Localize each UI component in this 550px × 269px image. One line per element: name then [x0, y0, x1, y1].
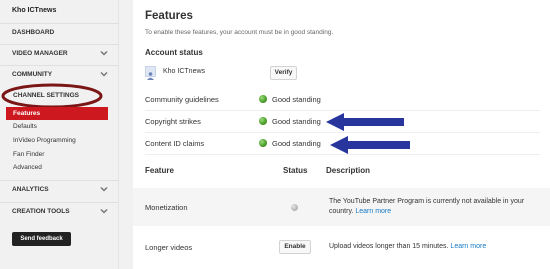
account-status-heading: Account status — [145, 48, 203, 57]
learn-more-link[interactable]: Learn more — [450, 243, 486, 250]
sidebar-subitem-features[interactable]: Features — [6, 107, 108, 120]
status-row-community-guidelines: Community guidelines Good standing — [145, 89, 540, 111]
feature-description: Upload videos longer than 15 minutes. Le… — [329, 242, 544, 252]
feature-name: Longer videos — [145, 243, 193, 252]
sidebar-item-channel-settings[interactable]: CHANNEL SETTINGS — [1, 83, 103, 109]
table-row-longer-videos: Longer videos Enable Upload videos longe… — [133, 228, 550, 266]
status-label: Content ID claims — [145, 139, 205, 148]
learn-more-link[interactable]: Learn more — [355, 208, 391, 215]
sidebar-item-label: DASHBOARD — [12, 29, 55, 36]
sidebar-item-analytics[interactable]: ANALYTICS — [0, 180, 119, 199]
main-content: Features To enable these features, your … — [133, 0, 550, 269]
sidebar-item-label: CHANNEL SETTINGS — [13, 92, 79, 99]
send-feedback-button[interactable]: Send feedback — [12, 232, 71, 246]
page-subtitle: To enable these features, your account m… — [145, 29, 334, 36]
status-label: Community guidelines — [145, 95, 219, 104]
sidebar-subitem-advanced[interactable]: Advanced — [6, 161, 108, 174]
enable-button[interactable]: Enable — [279, 240, 311, 254]
column-header-feature: Feature — [145, 166, 174, 175]
chevron-down-icon[interactable] — [99, 48, 109, 58]
status-value: Good standing — [272, 95, 321, 104]
sidebar-subitem-invideo-programming[interactable]: InVideo Programming — [6, 134, 108, 147]
sidebar-subitem-fan-finder[interactable]: Fan Finder — [6, 148, 108, 161]
sidebar-item-label: COMMUNITY — [12, 71, 53, 78]
green-status-icon — [259, 139, 267, 147]
status-value: Good standing — [272, 117, 321, 126]
green-status-icon — [259, 95, 267, 103]
features-table-header: Feature Status Description — [145, 166, 550, 180]
page-title: Features — [145, 10, 193, 22]
sidebar-item-label: CREATION TOOLS — [12, 208, 70, 215]
description-text: Upload videos longer than 15 minutes. — [329, 243, 449, 250]
green-status-icon — [259, 117, 267, 125]
chevron-down-icon[interactable] — [99, 69, 109, 79]
account-row: Kho ICTnews Verify — [145, 64, 345, 84]
status-value: Good standing — [272, 139, 321, 148]
sidebar-item-label: VIDEO MANAGER — [12, 50, 68, 57]
sidebar-item-video-manager[interactable]: VIDEO MANAGER — [0, 44, 119, 63]
status-label: Copyright strikes — [145, 117, 201, 126]
sidebar-item-dashboard[interactable]: DASHBOARD — [0, 23, 119, 42]
feature-name: Monetization — [145, 203, 188, 212]
sidebar-item-creation-tools[interactable]: CREATION TOOLS — [0, 202, 119, 221]
chevron-down-icon[interactable] — [99, 206, 109, 216]
sidebar-subitem-defaults[interactable]: Defaults — [6, 120, 108, 133]
column-header-status: Status — [283, 166, 308, 175]
sidebar: Kho ICTnews DASHBOARD VIDEO MANAGER COMM… — [0, 0, 119, 269]
chevron-down-icon[interactable] — [99, 184, 109, 194]
account-name: Kho ICTnews — [163, 68, 206, 75]
verify-button[interactable]: Verify — [270, 66, 297, 80]
disabled-status-icon — [291, 204, 298, 211]
annotation-arrow-left-icon — [330, 136, 410, 154]
channel-name[interactable]: Kho ICTnews — [12, 7, 56, 14]
column-header-description: Description — [326, 166, 371, 175]
avatar — [145, 66, 156, 80]
table-row-monetization: Monetization The YouTube Partner Program… — [133, 188, 550, 226]
annotation-arrow-left-icon — [326, 113, 404, 131]
feature-description: The YouTube Partner Program is currently… — [329, 197, 544, 217]
sidebar-item-label: ANALYTICS — [12, 186, 49, 193]
